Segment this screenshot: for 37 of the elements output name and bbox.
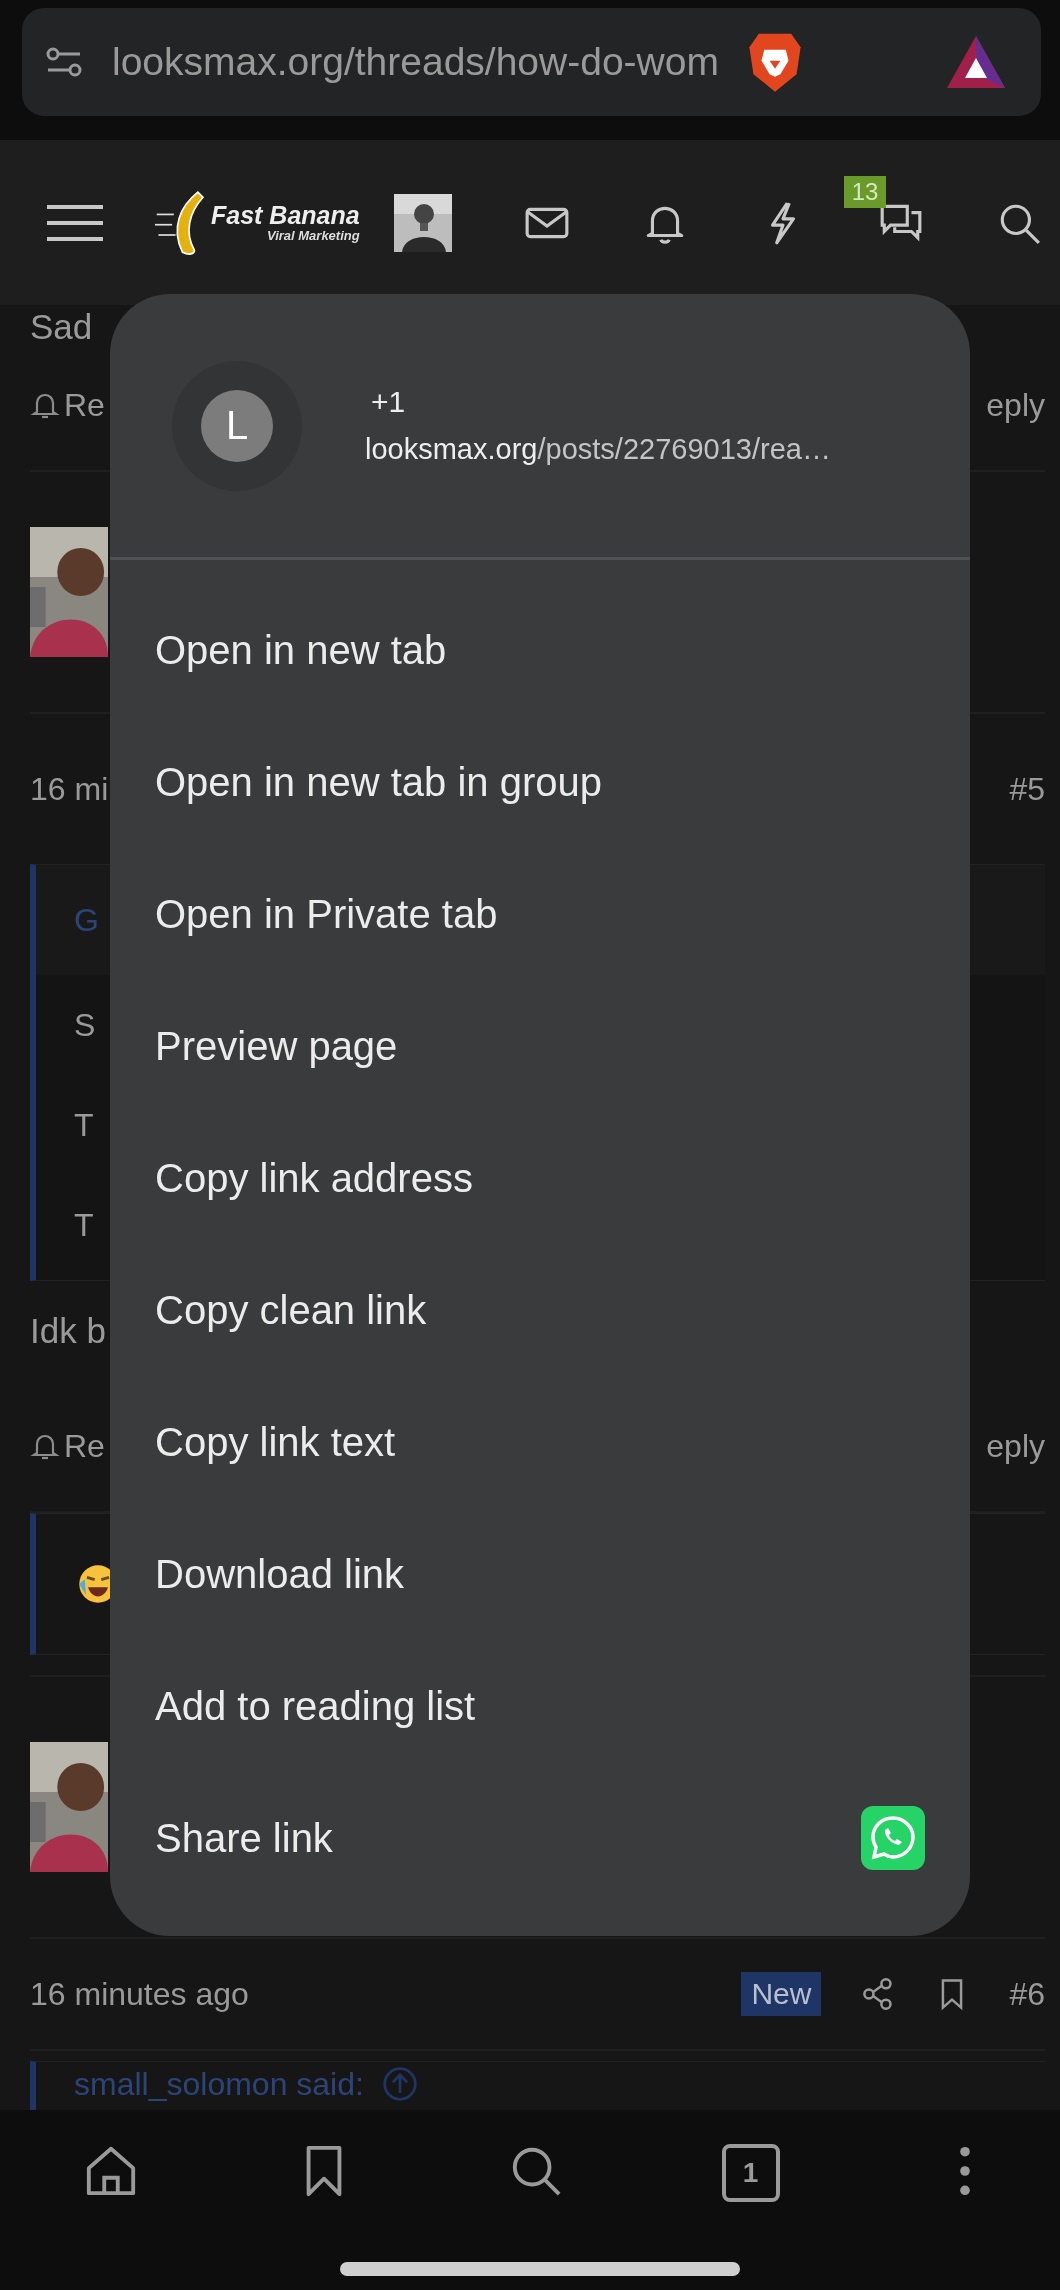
triangle-icon[interactable]: [945, 34, 1007, 90]
menu-item[interactable]: Open in Private tab: [155, 891, 498, 937]
report-link[interactable]: Re: [64, 1427, 105, 1465]
menu-item[interactable]: Download link: [155, 1551, 405, 1597]
post-number[interactable]: #6: [1009, 1975, 1045, 2013]
post-number[interactable]: #5: [1009, 770, 1045, 808]
quote-text: T: [74, 1206, 94, 1245]
link-title: +1: [370, 385, 407, 419]
new-badge: New: [741, 1972, 822, 2016]
post-text: Idk b: [30, 1311, 106, 1351]
reply-link[interactable]: eply: [986, 386, 1045, 424]
quote-text: S: [74, 1006, 96, 1045]
menu-item[interactable]: Open in new tab: [155, 627, 447, 673]
quote-text: T: [74, 1106, 94, 1145]
post-time: 16 mi: [30, 770, 109, 808]
logo-title: Fast Banana: [211, 202, 360, 228]
menu-item[interactable]: Copy link address: [155, 1155, 473, 1201]
menu-item[interactable]: Copy clean link: [155, 1287, 427, 1333]
lion-shield-icon[interactable]: [746, 31, 803, 93]
address-field[interactable]: looksmax.org/threads/how-do-wom: [22, 8, 1041, 116]
menu-item[interactable]: Preview page: [155, 1023, 398, 1069]
avatar: L: [201, 389, 273, 462]
reply-link[interactable]: eply: [986, 1427, 1045, 1465]
report-link[interactable]: Re: [64, 386, 105, 424]
menu-item[interactable]: Share link: [155, 1815, 333, 1861]
tabs-button[interactable]: 1: [721, 2144, 780, 2202]
logo-subtitle: Viral Marketing: [266, 227, 360, 243]
home-icon[interactable]: [84, 2144, 138, 2198]
menu-item[interactable]: Add to reading list: [155, 1683, 476, 1729]
menu-item[interactable]: Open in new tab in group: [155, 759, 602, 805]
url-text: looksmax.org/threads/how-do-wom: [112, 40, 719, 84]
post-time: 16 minutes ago: [30, 1975, 249, 2013]
post-text: Sad: [30, 308, 93, 340]
chat-phone-icon[interactable]: [861, 1806, 925, 1870]
menu-item[interactable]: Copy link text: [155, 1419, 396, 1465]
notification-badge: 13: [843, 175, 887, 208]
link-url: looksmax.org/posts/22769013/rea…: [365, 433, 831, 466]
